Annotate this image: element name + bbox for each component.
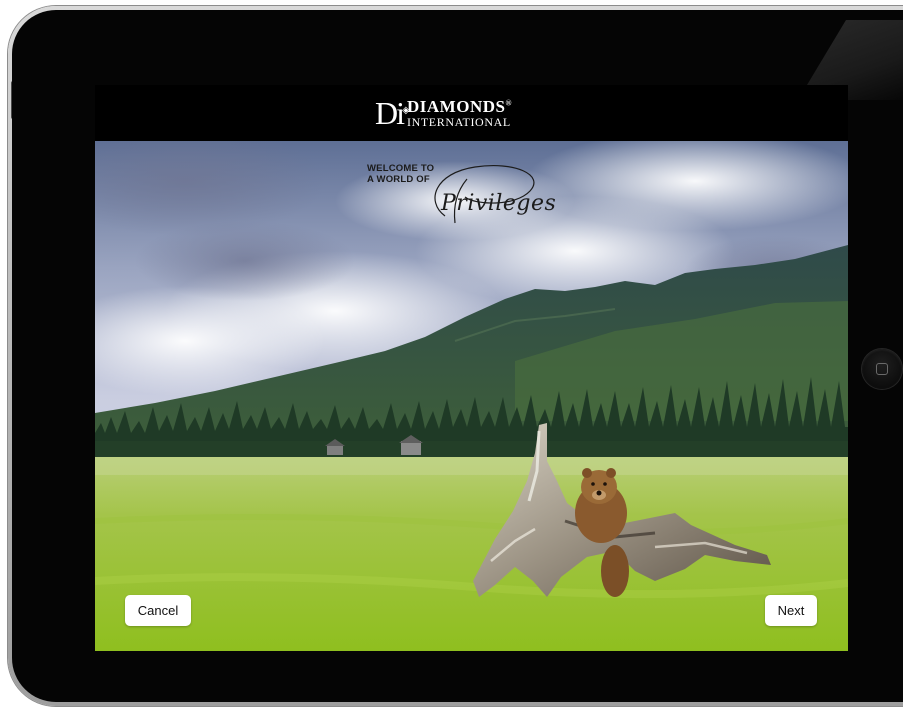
stage: Di ◈ DIAMONDS® INTERNATIONAL WELCOME TO … — [0, 0, 903, 710]
diamond-icon: ◈ — [402, 105, 410, 116]
home-square-icon — [876, 363, 888, 375]
app-screen: Di ◈ DIAMONDS® INTERNATIONAL WELCOME TO … — [95, 85, 848, 651]
logo-monogram-text: Di — [375, 95, 405, 131]
logo-name-line2: INTERNATIONAL — [407, 115, 511, 129]
home-button[interactable] — [862, 349, 902, 389]
registered-mark: ® — [505, 98, 512, 108]
logo-name-line1: DIAMONDS — [407, 97, 506, 116]
logo-monogram: Di ◈ — [375, 95, 410, 131]
next-button[interactable]: Next — [765, 595, 817, 626]
cancel-button[interactable]: Cancel — [125, 595, 191, 626]
ipad-bezel: Di ◈ DIAMONDS® INTERNATIONAL WELCOME TO … — [12, 10, 903, 702]
welcome-tagline: WELCOME TO A WORLD OF Privileges — [367, 163, 587, 253]
hero-image: WELCOME TO A WORLD OF Privileges Cancel … — [95, 141, 848, 651]
brand-header: Di ◈ DIAMONDS® INTERNATIONAL — [95, 85, 848, 141]
ipad-frame: Di ◈ DIAMONDS® INTERNATIONAL WELCOME TO … — [8, 6, 903, 706]
logo-wordmark: DIAMONDS® INTERNATIONAL — [407, 98, 512, 128]
privileges-script-text: Privileges — [441, 191, 557, 216]
logo-line1: DIAMONDS® — [407, 98, 512, 115]
diamonds-international-logo: Di ◈ DIAMONDS® INTERNATIONAL — [375, 95, 512, 131]
